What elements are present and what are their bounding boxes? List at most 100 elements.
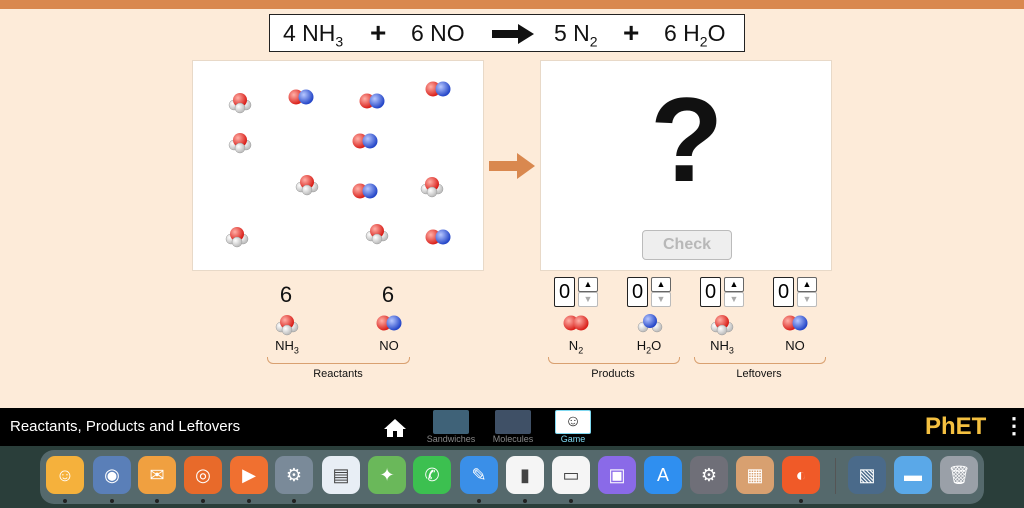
reactant-molecules: [225, 81, 451, 248]
running-indicator: [110, 499, 114, 503]
decrement-arrow-icon[interactable]: ▼: [578, 292, 598, 307]
molecule-icons-row: [275, 314, 808, 336]
menu-kebab-icon[interactable]: ⋮: [1003, 414, 1024, 438]
numbers-icon[interactable]: ▮: [506, 456, 544, 494]
maps-icon[interactable]: ✦: [368, 456, 406, 494]
folder-icon[interactable]: ▬: [894, 456, 932, 494]
top-accent-bar: [0, 0, 1024, 9]
no-molecule-icon: [782, 315, 808, 331]
running-indicator: [63, 499, 67, 503]
product-n2-spinner[interactable]: 0 ▲ ▼: [554, 277, 598, 307]
sandwich-icon: [433, 410, 469, 434]
phet-logo[interactable]: PhET: [925, 413, 986, 441]
equation-term-no: 6 NO: [411, 20, 465, 46]
appstore-icon[interactable]: A: [644, 456, 682, 494]
running-indicator: [155, 499, 159, 503]
running-indicator: [569, 499, 573, 503]
leftover-nh3-spinner[interactable]: 0 ▲ ▼: [700, 277, 744, 307]
no-molecule-icon: [376, 315, 402, 331]
screen-label: Game: [560, 434, 586, 444]
textedit-icon[interactable]: ✎: [460, 456, 498, 494]
no-molecule: [425, 229, 451, 245]
product-h2o-value[interactable]: 0: [627, 277, 648, 307]
mail-icon[interactable]: ✉: [138, 456, 176, 494]
unknown-products-question-mark: ?: [650, 73, 724, 207]
reactants-box: [192, 60, 484, 271]
equation-plus: +: [370, 17, 387, 48]
increment-arrow-icon[interactable]: ▲: [578, 277, 598, 292]
keynote-icon[interactable]: ▭: [552, 456, 590, 494]
leftover-nh3-value[interactable]: 0: [700, 277, 721, 307]
no-molecule: [288, 89, 314, 105]
product-n2-value[interactable]: 0: [554, 277, 575, 307]
safari-icon[interactable]: ◎: [184, 456, 222, 494]
home-icon[interactable]: [383, 418, 407, 438]
game-icon: ☺: [555, 410, 591, 434]
no-molecule: [359, 93, 385, 109]
image-icon[interactable]: ▧: [848, 456, 886, 494]
leftover-no-spinner[interactable]: 0 ▲ ▼: [773, 277, 817, 307]
screen-game-button[interactable]: ☺ Game: [548, 410, 598, 444]
decrement-arrow-icon[interactable]: ▼: [651, 292, 671, 307]
trash-icon[interactable]: 🗑: [940, 456, 978, 494]
simulation-area: [0, 9, 1024, 408]
notes-icon[interactable]: ▤: [322, 456, 360, 494]
reactants-brace: [267, 357, 410, 364]
screen-label: Molecules: [492, 434, 534, 444]
finder-icon[interactable]: ☺: [46, 456, 84, 494]
equation-term-n2: 5 N2: [554, 20, 598, 50]
chemical-equation: 4 NH3 + 6 NO 5 N2 + 6 H2O: [269, 14, 745, 52]
running-indicator: [477, 499, 481, 503]
nh3-molecule: [295, 174, 319, 196]
increment-arrow-icon[interactable]: ▲: [651, 277, 671, 292]
leftovers-brace: [694, 357, 826, 364]
no-molecule: [425, 81, 451, 97]
leftovers-label: Leftovers: [736, 368, 782, 380]
messages-icon[interactable]: ✆: [413, 456, 451, 494]
products-label: Products: [591, 368, 635, 380]
nh3-molecule: [228, 92, 252, 114]
reactants-label: Reactants: [313, 368, 363, 380]
label-n2: N2: [568, 338, 584, 356]
reaction-arrow-icon: [492, 24, 534, 44]
products-brace: [548, 357, 680, 364]
screen-label: Sandwiches: [426, 434, 476, 444]
screen-sandwiches-button[interactable]: Sandwiches: [424, 410, 478, 444]
running-indicator: [201, 499, 205, 503]
screen-icon[interactable]: ▣: [598, 456, 636, 494]
running-indicator: [292, 499, 296, 503]
nh3-molecule-icon: [710, 314, 734, 336]
screen-molecules-button[interactable]: Molecules: [486, 410, 540, 444]
contacts-icon[interactable]: ◉: [93, 456, 131, 494]
reactant-count-nh3: 6: [279, 282, 293, 307]
reactant-count-no: 6: [381, 282, 395, 307]
no-molecule: [352, 133, 378, 149]
decrement-arrow-icon[interactable]: ▼: [797, 292, 817, 307]
nh3-molecule: [365, 223, 389, 245]
no-molecule: [352, 183, 378, 199]
nh3-molecule-icon: [275, 314, 299, 336]
leftover-no-value[interactable]: 0: [773, 277, 794, 307]
running-indicator: [247, 499, 251, 503]
label-h2o: H2O: [636, 338, 662, 356]
check-button[interactable]: Check: [642, 230, 732, 260]
decrement-arrow-icon[interactable]: ▼: [724, 292, 744, 307]
nh3-molecule: [228, 132, 252, 154]
equation-plus: +: [623, 17, 640, 48]
direction-arrow-icon: [489, 153, 535, 179]
equation-term-h2o: 6 H2O: [664, 20, 726, 50]
running-indicator: [523, 499, 527, 503]
running-indicator: [799, 499, 803, 503]
increment-arrow-icon[interactable]: ▲: [724, 277, 744, 292]
nh3-molecule: [225, 226, 249, 248]
n2-molecule-icon: [563, 315, 589, 331]
facetime-icon[interactable]: ▶: [230, 456, 268, 494]
product-h2o-spinner[interactable]: 0 ▲ ▼: [627, 277, 671, 307]
system-settings-icon[interactable]: ⚙: [690, 456, 728, 494]
photo-icon[interactable]: ▦: [736, 456, 774, 494]
increment-arrow-icon[interactable]: ▲: [797, 277, 817, 292]
label-no: NO: [785, 338, 805, 353]
firefox-icon[interactable]: ◐: [782, 456, 820, 494]
automator-icon[interactable]: ⚙: [275, 456, 313, 494]
label-nh3: NH3: [275, 338, 299, 356]
